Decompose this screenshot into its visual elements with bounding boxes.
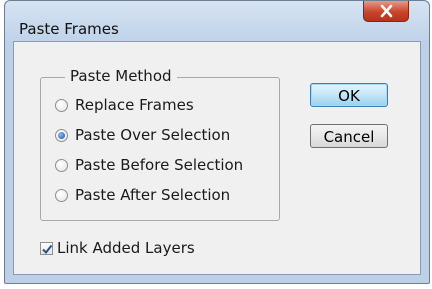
checkmark-icon [42, 244, 53, 254]
radio-label: Replace Frames [75, 96, 194, 114]
radio-paste-before-selection[interactable]: Paste Before Selection [55, 155, 243, 175]
radio-paste-over-selection[interactable]: Paste Over Selection [55, 125, 230, 145]
radio-replace-frames[interactable]: Replace Frames [55, 95, 194, 115]
radio-paste-after-selection[interactable]: Paste After Selection [55, 185, 230, 205]
ok-button[interactable]: OK [310, 83, 388, 107]
paste-method-legend: Paste Method [65, 67, 177, 85]
dialog-title: Paste Frames [19, 20, 119, 38]
paste-method-group: Paste Method Replace Frames Paste Over S… [40, 67, 280, 221]
radio-button[interactable] [55, 188, 68, 202]
close-icon [380, 4, 393, 18]
link-added-layers-label: Link Added Layers [57, 239, 195, 257]
radio-label: Paste Over Selection [75, 126, 231, 144]
radio-button[interactable] [55, 98, 68, 112]
link-added-layers-checkbox[interactable] [40, 241, 53, 255]
radio-label: Paste Before Selection [75, 156, 244, 174]
title-bar[interactable]: Paste Frames [5, 1, 429, 41]
link-added-layers-option[interactable]: Link Added Layers [40, 238, 195, 258]
radio-button[interactable] [55, 158, 68, 172]
close-button[interactable] [363, 1, 409, 22]
paste-frames-dialog: Paste Frames Paste Method Replace Frames… [4, 0, 430, 284]
dialog-body: Paste Method Replace Frames Paste Over S… [13, 41, 421, 275]
radio-label: Paste After Selection [75, 186, 231, 204]
radio-button[interactable] [55, 128, 68, 142]
cancel-button[interactable]: Cancel [310, 124, 388, 148]
